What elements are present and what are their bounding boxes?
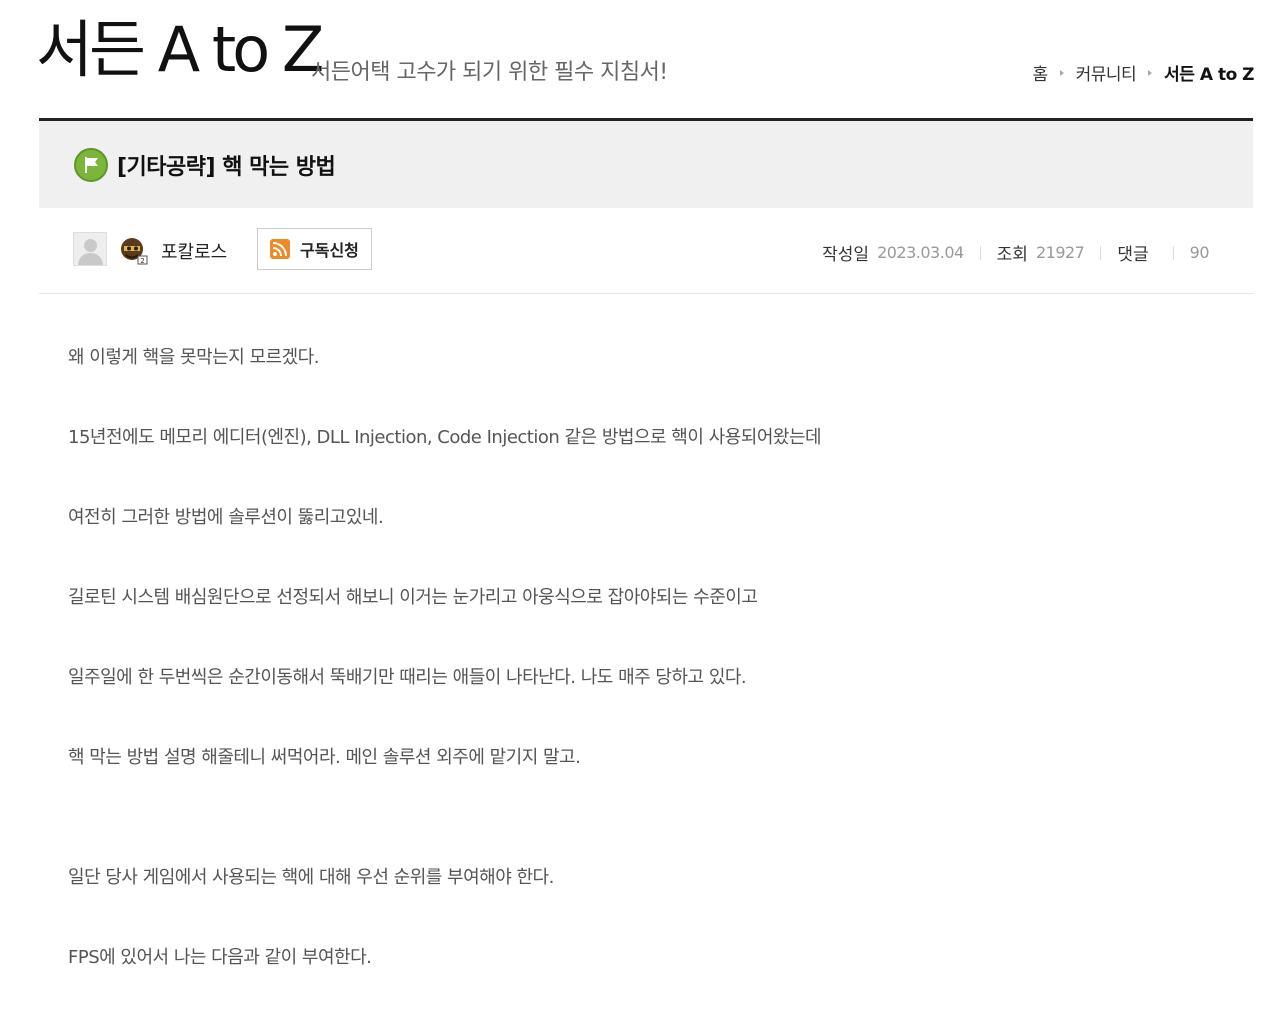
post-paragraph: 길로틴 시스템 배심원단으로 선정되서 해보니 이거는 눈가리고 아웅식으로 잡… (68, 587, 758, 608)
post-paragraph: 왜 이렇게 핵을 못막는지 모르겠다. (68, 347, 319, 368)
post-meta: 2 포칼로스 구독신청 작성일 2023.03.04 조회 21927 댓글 9… (39, 208, 1253, 294)
breadcrumb-home[interactable]: 홈 (1032, 60, 1048, 85)
site-header: 서든 A to Z 서든어택 고수가 되기 위한 필수 지침서! 홈 커뮤니티 … (0, 0, 1280, 118)
avatar[interactable] (73, 232, 107, 266)
breadcrumb: 홈 커뮤니티 서든 A to Z (1032, 60, 1254, 85)
author-nickname[interactable]: 포칼로스 (161, 238, 227, 264)
breadcrumb-community[interactable]: 커뮤니티 (1076, 60, 1137, 85)
breadcrumb-current[interactable]: 서든 A to Z (1164, 60, 1254, 85)
date-label: 작성일 (822, 245, 870, 265)
stat-divider (1172, 245, 1174, 260)
post-paragraph: 일단 당사 게임에서 사용되는 핵에 대해 우선 순위를 부여해야 한다. (68, 867, 554, 888)
post-stats: 작성일 2023.03.04 조회 21927 댓글 90 (822, 240, 1209, 265)
post-body: 왜 이렇게 핵을 못막는지 모르겠다. 15년전에도 메모리 에디터(엔진), … (68, 345, 1218, 1025)
comments-value[interactable]: 90 (1190, 243, 1210, 262)
subscribe-label: 구독신청 (300, 241, 359, 260)
flag-icon (74, 148, 108, 182)
post-title-bar: [기타공략] 핵 막는 방법 (39, 118, 1253, 208)
views-value: 21927 (1035, 243, 1085, 262)
brand-subtitle: 서든어택 고수가 되기 위한 필수 지침서! (311, 60, 668, 85)
stat-divider (979, 245, 981, 260)
post-paragraph: FPS에 있어서 나는 다음과 같이 부여한다. (68, 947, 372, 968)
brand-title[interactable]: 서든 A to Z (36, 10, 324, 90)
post-paragraph: 15년전에도 메모리 에디터(엔진), DLL Injection, Code … (68, 427, 822, 448)
post-title: [기타공략] 핵 막는 방법 (117, 155, 336, 180)
rss-icon (270, 239, 290, 259)
breadcrumb-arrow-icon (1059, 69, 1064, 76)
level-badge-icon: 2 (119, 236, 149, 266)
stat-divider (1100, 245, 1102, 260)
svg-text:2: 2 (140, 257, 144, 265)
comments-label[interactable]: 댓글 (1117, 240, 1148, 265)
post-paragraph: 여전히 그러한 방법에 솔루션이 뚫리고있네. (68, 507, 384, 528)
post-paragraph-blank (68, 825, 1218, 865)
post-paragraph: 일주일에 한 두번씩은 순간이동해서 뚝배기만 때리는 애들이 나타난다. 나도… (68, 667, 747, 688)
views-label: 조회 (996, 245, 1028, 265)
breadcrumb-arrow-icon (1148, 69, 1153, 76)
subscribe-button[interactable]: 구독신청 (257, 228, 372, 270)
post-paragraph: 핵 막는 방법 설명 해줄테니 써먹어라. 메인 솔루션 외주에 맡기지 말고. (68, 747, 581, 768)
date-value: 2023.03.04 (877, 243, 964, 262)
